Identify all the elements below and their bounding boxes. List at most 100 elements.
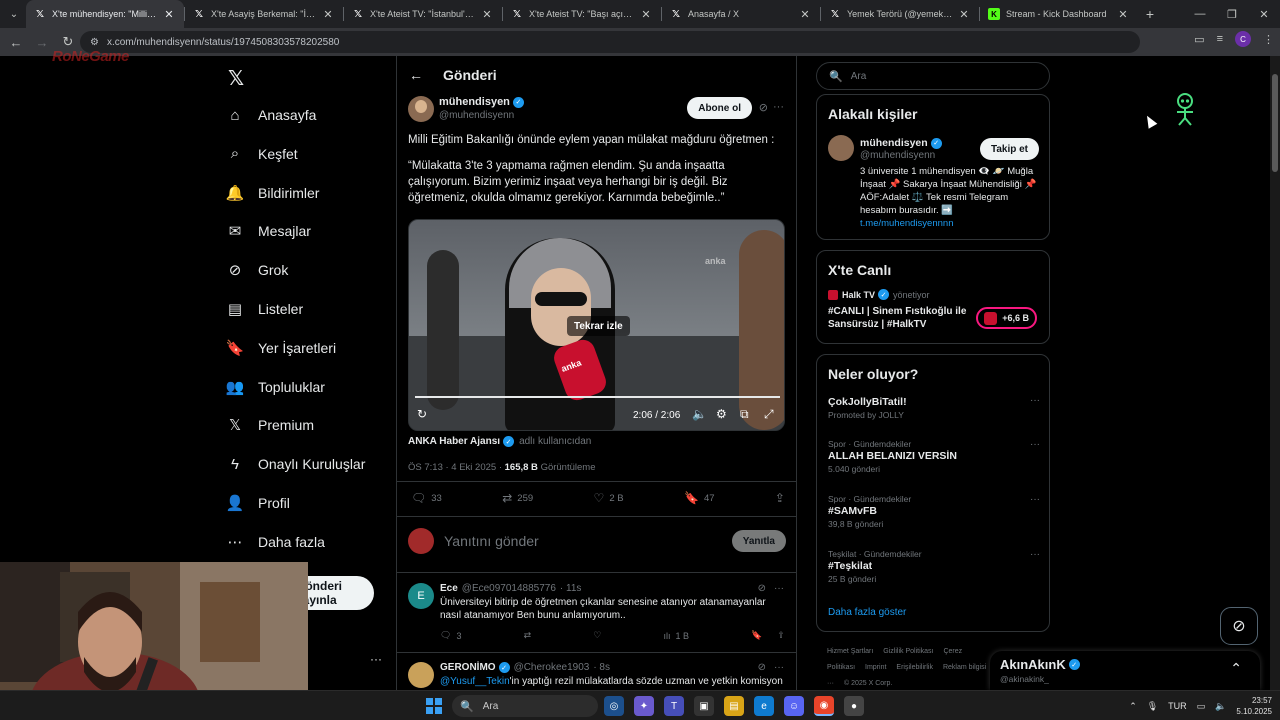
commenter-name[interactable]: Ece (440, 583, 458, 594)
edge-icon[interactable]: e (754, 696, 774, 716)
clock[interactable]: 23:57 5.10.2025 (1236, 695, 1272, 717)
close-tab-icon[interactable]: ✕ (162, 8, 176, 21)
replay-icon[interactable]: ↻ (417, 407, 427, 421)
task-view-icon[interactable]: ◎ (604, 696, 624, 716)
sidebar-item-bell[interactable]: 🔔 Bildirimler (226, 178, 320, 208)
fullscreen-icon[interactable]: ⤢ (764, 407, 774, 422)
copilot-icon[interactable]: ✦ (634, 696, 654, 716)
site-info-icon[interactable]: ⚙ (90, 37, 99, 48)
footer-link[interactable]: Hizmet Şartları (827, 648, 873, 655)
reply-input[interactable]: Yanıtını gönder (444, 533, 539, 549)
store-icon[interactable]: ▣ (694, 696, 714, 716)
monitor-icon[interactable]: ▭ (1197, 701, 1206, 712)
chrome-menu-icon[interactable]: ⋮ (1263, 33, 1274, 46)
user-avatar[interactable] (408, 528, 434, 554)
discord-icon[interactable]: ☺ (784, 696, 804, 716)
live-viewers-badge[interactable]: +6,6 B (976, 307, 1037, 329)
reply-action[interactable]: 🗨 33 (411, 491, 442, 505)
obs-icon[interactable]: ● (844, 696, 864, 716)
search-input[interactable]: 🔍 Ara (816, 62, 1050, 90)
video-player[interactable]: anka anka Tekrar izle ↻ 2:06 / 2:06 🔈 ⚙ … (408, 219, 785, 431)
repost-action[interactable]: ⇄ 259 (502, 491, 533, 505)
live-title[interactable]: #CANLI | Sinem Fıstıkoğlu ile Sansürsüz … (828, 305, 978, 331)
close-tab-icon[interactable]: ✕ (957, 8, 971, 21)
x-logo-icon[interactable]: 𝕏 (228, 66, 244, 91)
commenter-handle[interactable]: @Cherokee1903 (514, 662, 590, 673)
footer-link[interactable]: Imprint (865, 664, 886, 671)
settings-icon[interactable]: ⚙ (716, 407, 727, 421)
expand-up-icon[interactable]: ⌃ (1230, 660, 1242, 677)
bookmark-action[interactable]: 🔖 47 (684, 491, 715, 505)
tab-search-button[interactable]: ⌄ (2, 2, 26, 26)
grok-icon[interactable]: ⊘ (758, 662, 766, 673)
replay-label[interactable]: Tekrar izle (567, 316, 630, 336)
close-tab-icon[interactable]: ✕ (1116, 8, 1130, 21)
related-handle[interactable]: @muhendisyenn (860, 150, 935, 161)
reply-action[interactable]: 🗨 3 (440, 630, 461, 641)
close-tab-icon[interactable]: ✕ (480, 8, 494, 21)
commenter-handle[interactable]: @Ece097014885776 (462, 583, 556, 594)
chrome-icon[interactable]: ◉ (814, 696, 834, 716)
commenter-avatar[interactable] (408, 662, 434, 688)
close-window-button[interactable]: ✕ (1248, 0, 1280, 28)
sidebar-item-lightning[interactable]: ϟ Onaylı Kuruluşlar (226, 449, 365, 479)
author-avatar[interactable] (408, 96, 434, 122)
subscribe-button[interactable]: Abone ol (687, 97, 752, 119)
trend-item[interactable]: Spor · Gündemdekiler ALLAH BELANIZI VERSİ… (828, 439, 1040, 474)
related-avatar[interactable] (828, 135, 854, 161)
mic-icon[interactable]: 🎙 (1147, 701, 1158, 712)
teams-icon[interactable]: T (664, 696, 684, 716)
follow-button[interactable]: Takip et (979, 138, 1039, 160)
sidebar-item-more[interactable]: ⋯ Daha fazla (226, 527, 325, 557)
back-button[interactable]: ← (4, 30, 28, 54)
close-tab-icon[interactable]: ✕ (798, 8, 812, 21)
sidebar-item-profile[interactable]: 👤 Profil (226, 488, 290, 518)
sidebar-item-bookmark[interactable]: 🔖 Yer İşaretleri (226, 333, 336, 363)
back-arrow-icon[interactable]: ← (409, 67, 423, 83)
messages-drawer[interactable]: AkınAkınK ✓ @akinakink_ ⌃ (990, 651, 1260, 690)
new-tab-button[interactable]: + (1138, 6, 1162, 22)
picture-in-picture-icon[interactable]: ⧉ (740, 407, 749, 422)
chevron-up-icon[interactable]: ⌃ (1129, 701, 1137, 712)
sidebar-item-mail[interactable]: ✉ Mesajlar (226, 216, 311, 246)
volume-icon[interactable]: 🔈 (692, 407, 707, 421)
commenter-avatar[interactable]: E (408, 583, 434, 609)
repost-action[interactable]: ⇄ (524, 630, 532, 641)
file-explorer-icon[interactable]: ▤ (724, 696, 744, 716)
media-controls-icon[interactable]: ≡ (1217, 33, 1223, 45)
grok-icon[interactable]: ⊘ (759, 101, 768, 114)
footer-link[interactable]: © 2025 X Corp. (844, 680, 892, 687)
minimize-button[interactable]: — (1184, 0, 1216, 28)
more-options-icon[interactable]: ··· (1030, 439, 1040, 450)
trend-item[interactable]: ÇokJollyBiTatil! Promoted by JOLLY ··· (828, 395, 1040, 420)
browser-tab[interactable]: K Stream - Kick Dashboard ✕ (980, 0, 1138, 28)
author-handle[interactable]: @muhendisyenn (439, 109, 524, 122)
commenter-name[interactable]: GERONİMO (440, 662, 496, 673)
share-icon[interactable]: ⇪ (777, 630, 785, 641)
browser-tab[interactable]: 𝕏 X'te Ateist TV: "Başı açık bir ka ✕ (503, 0, 661, 28)
more-options-icon[interactable]: ··· (774, 662, 784, 673)
bio-link[interactable]: t.me/muhendisyennnn (860, 218, 953, 229)
footer-link[interactable]: Reklam bilgisi (943, 664, 986, 671)
live-host[interactable]: Halk TV ✓ yönetiyor (828, 289, 930, 300)
reply-button[interactable]: Yanıtla (731, 530, 786, 552)
browser-tab[interactable]: 𝕏 X'te Asayiş Berkemal: "İstanbul ✕ (185, 0, 343, 28)
maximize-button[interactable]: ❐ (1216, 0, 1248, 28)
sidebar-item-home[interactable]: ⌂ Anasayfa (226, 100, 316, 130)
sidebar-item-x-premium[interactable]: 𝕏 Premium (226, 410, 314, 440)
trend-item[interactable]: Spor · Gündemdekiler #SAMvFB 39,8 B gönder… (828, 494, 1040, 529)
browser-tab[interactable]: 𝕏 Yemek Terörü (@yemekteroru_) ✕ (821, 0, 979, 28)
post-time[interactable]: ÖS 7:13 · 4 Eki 2025 · (408, 462, 505, 473)
more-options-icon[interactable]: ··· (1030, 395, 1040, 406)
sidebar-item-grok[interactable]: ⊘ Grok (226, 255, 289, 285)
more-options-icon[interactable]: ··· (1030, 549, 1040, 560)
speaker-icon[interactable]: 🔈 (1215, 701, 1226, 712)
more-options-icon[interactable]: ··· (773, 101, 784, 113)
related-name[interactable]: mühendisyen ✓ (860, 137, 942, 149)
windows-start-icon[interactable] (426, 698, 442, 714)
input-language[interactable]: TUR (1168, 701, 1187, 711)
cast-icon[interactable]: ▭ (1194, 33, 1204, 46)
sidebar-item-communities[interactable]: 👥 Topluluklar (226, 372, 325, 402)
browser-tab[interactable]: 𝕏 Anasayfa / X ✕ (662, 0, 820, 28)
sidebar-item-search[interactable]: ⌕ Keşfet (226, 139, 298, 169)
